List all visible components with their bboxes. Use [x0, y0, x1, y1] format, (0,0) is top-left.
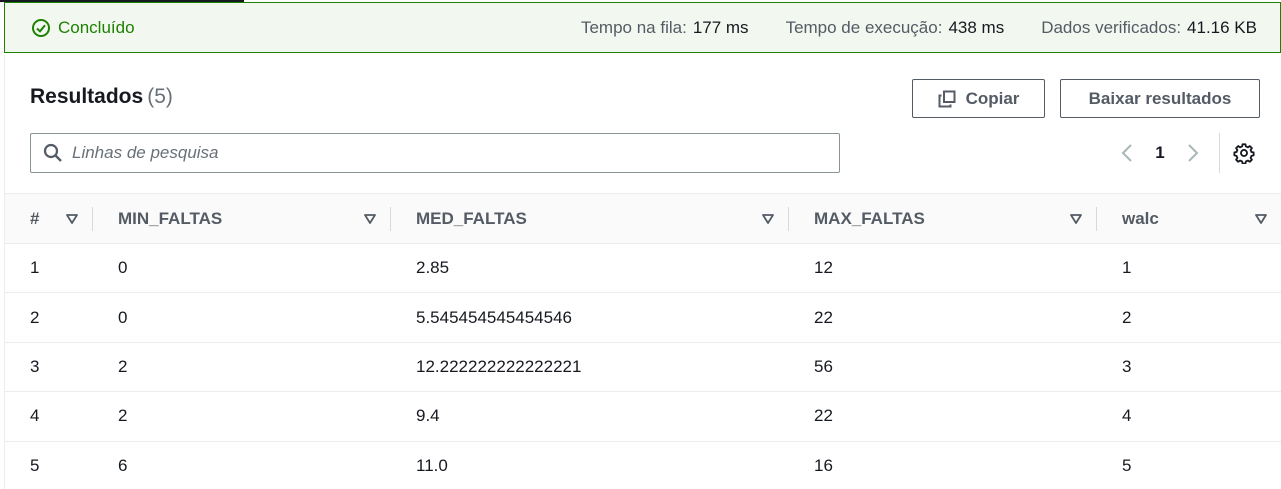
sort-icon[interactable]	[753, 213, 783, 224]
gear-icon	[1233, 143, 1255, 164]
table-row: 1 0 2.85 12 1	[5, 243, 1281, 294]
copy-icon	[938, 90, 956, 107]
column-header-label: walc	[1122, 208, 1159, 228]
copy-button[interactable]: Copiar	[912, 79, 1045, 118]
cell-max-faltas: 22	[789, 292, 1097, 343]
download-results-button[interactable]: Baixar resultados	[1060, 79, 1260, 118]
data-scanned-label: Dados verificados:	[1041, 17, 1182, 37]
cell-med-faltas: 12.222222222222221	[391, 342, 789, 393]
download-button-label: Baixar resultados	[1088, 88, 1232, 108]
column-header-med-faltas[interactable]: MED_FALTAS	[391, 193, 789, 244]
results-title: Resultados	[30, 85, 144, 108]
copy-button-label: Copiar	[965, 88, 1020, 108]
cell-max-faltas: 56	[789, 342, 1097, 393]
cell-walc: 3	[1097, 342, 1281, 393]
column-header-walc[interactable]: walc	[1097, 193, 1281, 244]
cell-min-faltas: 0	[93, 292, 391, 343]
cell-index: 2	[5, 292, 93, 343]
cell-index: 4	[5, 391, 93, 442]
data-scanned-value: 41.16 KB	[1187, 17, 1257, 37]
execution-time-label: Tempo de execução:	[785, 17, 943, 37]
cell-walc: 4	[1097, 391, 1281, 442]
sort-icon[interactable]	[1246, 213, 1276, 224]
cell-min-faltas: 2	[93, 391, 391, 442]
cell-max-faltas: 16	[789, 441, 1097, 489]
cell-walc: 5	[1097, 441, 1281, 489]
results-table: # MIN_FALTAS MED_FALTAS MAX_FALTAS walc	[5, 193, 1281, 489]
execution-time-value: 438 ms	[948, 17, 1005, 37]
column-header-index[interactable]: #	[5, 193, 93, 244]
table-row: 5 6 11.0 16 5	[5, 441, 1281, 489]
queue-time: Tempo na fila: 177 ms	[581, 18, 749, 38]
pagination: 1	[1113, 133, 1258, 173]
queue-time-label: Tempo na fila:	[580, 17, 687, 37]
sort-icon[interactable]	[355, 213, 385, 224]
column-header-label: MED_FALTAS	[416, 208, 527, 228]
column-header-label: MIN_FALTAS	[118, 208, 223, 228]
column-header-min-faltas[interactable]: MIN_FALTAS	[93, 193, 391, 244]
column-header-label: MAX_FALTAS	[814, 208, 925, 228]
check-circle-icon	[32, 18, 50, 37]
results-panel: Resultados(5) Copiar Baixar resultados 1	[4, 55, 1281, 489]
chevron-left-icon	[1121, 144, 1132, 162]
cell-min-faltas: 2	[93, 342, 391, 393]
current-page[interactable]: 1	[1141, 143, 1179, 163]
cell-med-faltas: 9.4	[391, 391, 789, 442]
status-completed: Concluído	[31, 18, 135, 38]
column-header-label: #	[30, 208, 40, 228]
query-status-bar: Concluído Tempo na fila: 177 ms Tempo de …	[4, 2, 1281, 53]
table-header-row: # MIN_FALTAS MED_FALTAS MAX_FALTAS walc	[5, 193, 1281, 244]
search-icon	[43, 143, 62, 162]
table-row: 4 2 9.4 22 4	[5, 391, 1281, 442]
query-stats: Tempo na fila: 177 ms Tempo de execução: 4…	[544, 18, 1257, 38]
cell-index: 1	[5, 243, 93, 294]
cell-index: 5	[5, 441, 93, 489]
pager-divider	[1219, 133, 1220, 173]
cell-max-faltas: 22	[789, 391, 1097, 442]
cell-walc: 1	[1097, 243, 1281, 294]
cell-med-faltas: 11.0	[391, 441, 789, 489]
cell-index: 3	[5, 342, 93, 393]
queue-time-value: 177 ms	[692, 17, 749, 37]
cell-walc: 2	[1097, 292, 1281, 343]
sort-icon[interactable]	[1061, 213, 1091, 224]
execution-time: Tempo de execução: 438 ms	[786, 18, 1005, 38]
chevron-right-icon	[1188, 144, 1199, 162]
cell-max-faltas: 12	[789, 243, 1097, 294]
table-row: 2 0 5.545454545454546 22 2	[5, 292, 1281, 343]
preferences-button[interactable]	[1230, 139, 1258, 167]
results-count: (5)	[147, 85, 173, 108]
cell-med-faltas: 2.85	[391, 243, 789, 294]
sort-icon[interactable]	[57, 213, 87, 224]
data-scanned: Dados verificados: 41.16 KB	[1041, 18, 1257, 38]
next-page-button[interactable]	[1179, 139, 1207, 167]
previous-page-button[interactable]	[1113, 139, 1141, 167]
status-label: Concluído	[58, 17, 135, 37]
column-header-max-faltas[interactable]: MAX_FALTAS	[789, 193, 1097, 244]
search-input[interactable]	[72, 143, 772, 163]
cell-min-faltas: 0	[93, 243, 391, 294]
search-box	[30, 133, 840, 173]
results-heading: Resultados (5)	[30, 85, 173, 109]
table-row: 3 2 12.222222222222221 56 3	[5, 342, 1281, 393]
cell-min-faltas: 6	[93, 441, 391, 489]
cell-med-faltas: 5.545454545454546	[391, 292, 789, 343]
